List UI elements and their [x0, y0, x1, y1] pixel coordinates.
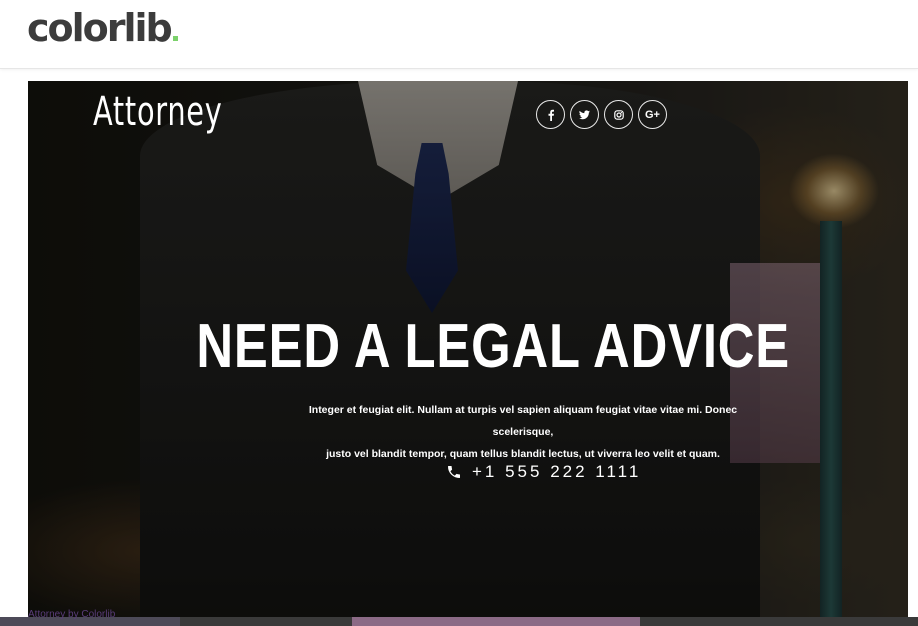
hero-description-line-1: Integer et feugiat elit. Nullam at turpi… — [308, 404, 738, 438]
hero-phone[interactable]: +1 555 222 1111 — [446, 462, 641, 482]
facebook-icon[interactable] — [536, 100, 565, 129]
hero-description: Integer et feugiat elit. Nullam at turpi… — [298, 399, 748, 465]
taskbar-middle-segment — [352, 617, 640, 626]
hero-section: Attorney G+ NEED A LEGAL ADVICE Integer … — [28, 81, 908, 617]
hero-headline-text: NEED A LEGAL ADVICE — [196, 312, 790, 381]
google-plus-glyph: G+ — [645, 108, 660, 121]
instagram-icon[interactable] — [604, 100, 633, 129]
top-bar: colorlib — [0, 0, 918, 69]
twitter-glyph — [579, 109, 590, 119]
brand-name: colorlib — [27, 6, 173, 50]
google-plus-icon[interactable]: G+ — [638, 100, 667, 129]
social-links: G+ — [536, 100, 667, 129]
phone-number: +1 555 222 1111 — [472, 462, 642, 481]
instagram-glyph — [613, 109, 624, 120]
twitter-icon[interactable] — [570, 100, 599, 129]
taskbar-text: Attorney by Colorlib — [28, 609, 116, 620]
hero-headline: NEED A LEGAL ADVICE — [28, 311, 908, 382]
site-logo[interactable]: Attorney — [93, 89, 223, 135]
phone-icon — [448, 466, 460, 478]
colorlib-logo[interactable]: colorlib — [27, 4, 178, 52]
brand-dot — [172, 36, 178, 41]
facebook-glyph — [548, 109, 554, 121]
